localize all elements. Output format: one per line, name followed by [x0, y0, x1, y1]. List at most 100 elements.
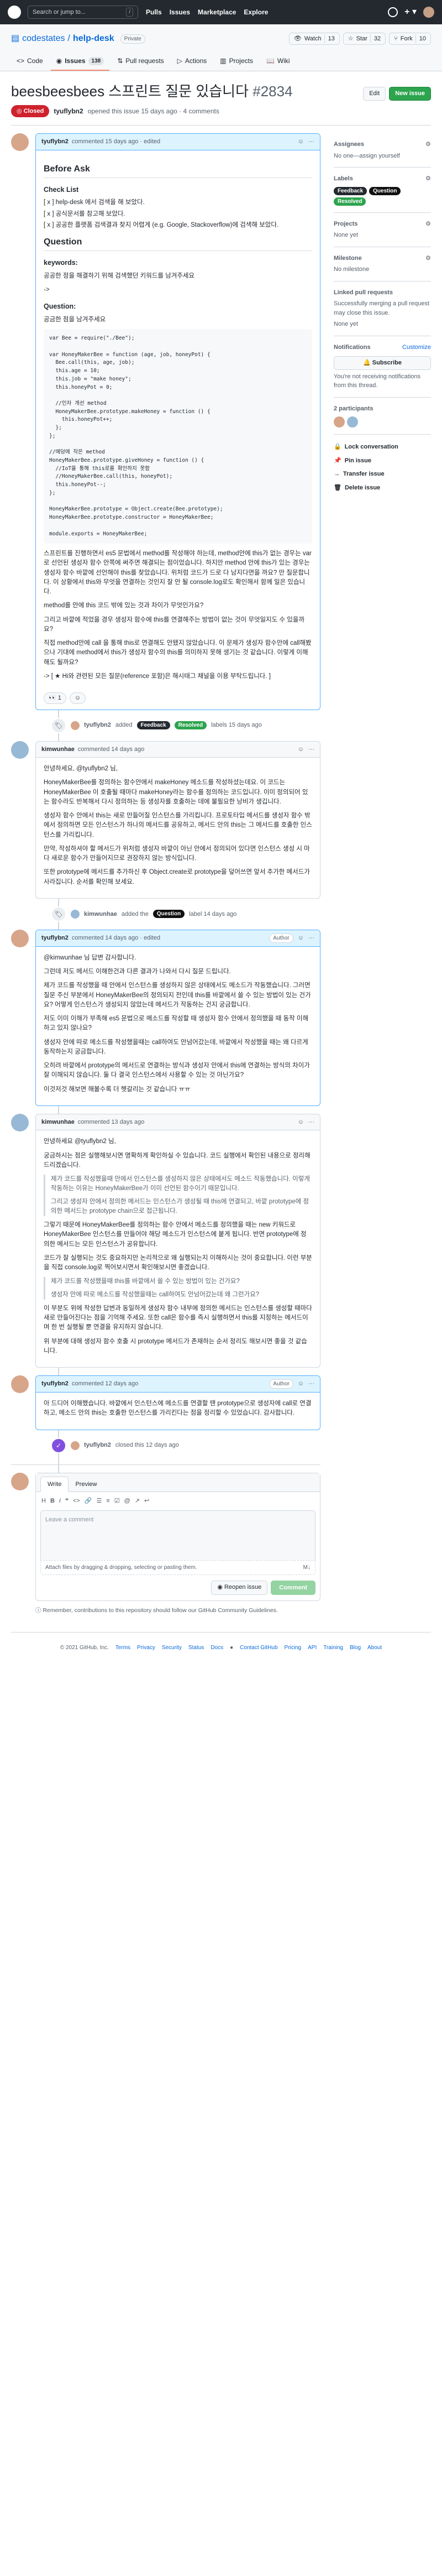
milestone-heading[interactable]: Milestone ⚙: [334, 254, 431, 263]
label-question[interactable]: Question: [152, 910, 185, 919]
lock-conversation-link[interactable]: 🔒 Lock conversation: [334, 442, 431, 452]
add-reaction-icon[interactable]: ☺: [69, 692, 86, 704]
mention-icon[interactable]: @: [124, 1496, 130, 1506]
comment-author[interactable]: kimwunhae: [41, 1118, 75, 1127]
tab-actions[interactable]: ▷ Actions: [172, 52, 213, 71]
footer-link[interactable]: Docs: [211, 1644, 223, 1652]
new-issue-button[interactable]: New issue: [389, 87, 431, 101]
gear-icon[interactable]: ⚙: [425, 140, 431, 149]
create-new-icon[interactable]: + ▾: [404, 6, 417, 19]
comment-author[interactable]: tyuflybn2: [41, 1379, 69, 1389]
label-feedback[interactable]: Feedback: [334, 186, 367, 195]
tab-code[interactable]: <> Code: [11, 52, 49, 71]
label-resolved[interactable]: Resolved: [334, 197, 366, 206]
participant-avatar[interactable]: [347, 416, 358, 427]
nav-marketplace[interactable]: Marketplace: [198, 7, 236, 17]
avatar[interactable]: [11, 1113, 29, 1131]
user-avatar[interactable]: [423, 7, 434, 18]
avatar[interactable]: [11, 741, 29, 759]
kebab-menu-icon[interactable]: ···: [308, 137, 314, 147]
play-icon: ▷: [177, 57, 182, 65]
quote-icon[interactable]: ❝: [65, 1496, 69, 1506]
avatar[interactable]: [71, 721, 80, 730]
comment-author[interactable]: tyuflybn2: [41, 137, 69, 147]
nav-issues[interactable]: Issues: [170, 7, 190, 17]
attach-files-area[interactable]: Attach files by dragging & dropping, sel…: [40, 1560, 315, 1575]
comment-textarea[interactable]: Leave a comment: [40, 1510, 315, 1560]
delete-issue-link[interactable]: 🗑 Delete issue: [334, 483, 431, 493]
footer-link[interactable]: Pricing: [285, 1644, 302, 1652]
kebab-menu-icon[interactable]: ···: [308, 1379, 314, 1389]
smiley-icon[interactable]: ☺: [298, 1118, 304, 1127]
subscribe-button[interactable]: 🔔 Subscribe: [334, 356, 431, 370]
gear-icon[interactable]: ⚙: [425, 174, 431, 184]
task-list-icon[interactable]: ☑: [114, 1496, 120, 1506]
gear-icon[interactable]: ⚙: [425, 254, 431, 263]
nav-pulls[interactable]: Pulls: [146, 7, 162, 17]
footer-link[interactable]: Status: [188, 1644, 204, 1652]
heading-icon[interactable]: H: [41, 1496, 46, 1506]
footer-link[interactable]: Training: [323, 1644, 343, 1652]
numbered-list-icon[interactable]: ≡: [106, 1496, 109, 1506]
edit-title-button[interactable]: Edit: [363, 87, 386, 101]
footer-link[interactable]: Contact GitHub: [240, 1644, 277, 1652]
smiley-icon[interactable]: ☺: [298, 1379, 304, 1389]
tab-pull-requests[interactable]: ⇅ Pull requests: [112, 52, 169, 71]
footer-link[interactable]: Blog: [350, 1644, 361, 1652]
footer-link[interactable]: Terms: [115, 1644, 130, 1652]
label-resolved[interactable]: Resolved: [174, 721, 207, 730]
comment-author[interactable]: tyuflybn2: [41, 934, 69, 943]
tab-write[interactable]: Write: [40, 1476, 69, 1493]
repo-owner-link[interactable]: codestates: [22, 32, 65, 45]
footer-link[interactable]: Privacy: [137, 1644, 155, 1652]
avatar[interactable]: [11, 929, 29, 947]
reference-icon[interactable]: ↗: [135, 1496, 140, 1506]
repo-name-link[interactable]: help-desk: [73, 32, 114, 45]
bullet-list-icon[interactable]: ☰: [96, 1496, 102, 1506]
avatar[interactable]: [71, 909, 80, 919]
bold-icon[interactable]: B: [50, 1496, 55, 1506]
tab-preview[interactable]: Preview: [69, 1477, 103, 1492]
smiley-icon[interactable]: ☺: [298, 137, 304, 147]
fork-button[interactable]: ⑂ Fork 10: [389, 32, 431, 45]
avatar[interactable]: [11, 1375, 29, 1394]
comment-button[interactable]: Comment: [271, 1580, 315, 1595]
issue-author-link[interactable]: tyuflybn2: [54, 106, 83, 116]
link-icon[interactable]: 🔗: [85, 1496, 92, 1506]
label-feedback[interactable]: Feedback: [136, 721, 170, 730]
labels-heading[interactable]: Labels ⚙: [334, 174, 431, 184]
footer-link[interactable]: Security: [162, 1644, 182, 1652]
pin-issue-link[interactable]: 📌 Pin issue: [334, 456, 431, 466]
smiley-icon[interactable]: ☺: [298, 934, 304, 943]
label-question[interactable]: Question: [369, 186, 401, 195]
kebab-menu-icon[interactable]: ···: [308, 1118, 314, 1127]
smiley-icon[interactable]: ☺: [298, 745, 304, 754]
assignees-heading[interactable]: Assignees ⚙: [334, 140, 431, 149]
tab-projects[interactable]: ▥ Projects: [214, 52, 259, 71]
kebab-menu-icon[interactable]: ···: [308, 934, 314, 943]
comment-author[interactable]: kimwunhae: [41, 745, 75, 754]
participant-avatar[interactable]: [334, 416, 345, 427]
avatar[interactable]: [71, 1441, 80, 1450]
reopen-issue-button[interactable]: ◉ Reopen issue: [211, 1580, 268, 1595]
kebab-menu-icon[interactable]: ···: [308, 745, 314, 754]
notifications-icon[interactable]: [388, 7, 398, 17]
transfer-issue-link[interactable]: → Transfer issue: [334, 470, 431, 479]
avatar[interactable]: [11, 133, 29, 151]
footer-link[interactable]: API: [308, 1644, 317, 1652]
saved-reply-icon[interactable]: ↩: [144, 1496, 149, 1506]
tab-wiki[interactable]: 📖 Wiki: [261, 52, 296, 71]
projects-heading[interactable]: Projects ⚙: [334, 220, 431, 229]
gear-icon[interactable]: ⚙: [425, 220, 431, 229]
tab-issues[interactable]: ◉ Issues 138: [50, 52, 110, 71]
search-input[interactable]: Search or jump to... /: [28, 6, 138, 19]
nav-explore[interactable]: Explore: [244, 7, 268, 17]
customize-link[interactable]: Customize: [402, 343, 431, 352]
watch-button[interactable]: 👁 Watch 13: [288, 32, 340, 45]
star-button[interactable]: ☆ Star 32: [343, 32, 386, 45]
reaction-eyes[interactable]: 👀 1: [44, 692, 66, 704]
footer-link[interactable]: About: [367, 1644, 382, 1652]
code-icon[interactable]: <>: [73, 1496, 80, 1506]
github-logo-icon[interactable]: [8, 6, 21, 19]
italic-icon[interactable]: I: [59, 1496, 61, 1506]
